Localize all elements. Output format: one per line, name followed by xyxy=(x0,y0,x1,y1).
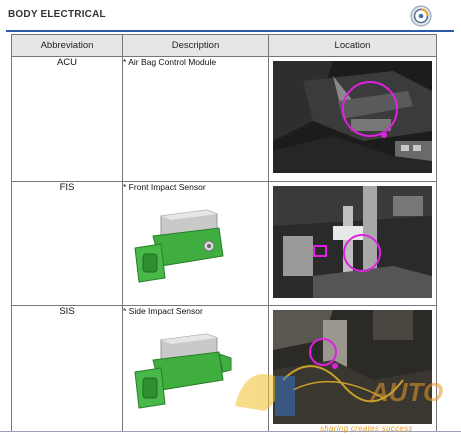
globe-logo-icon xyxy=(410,5,432,27)
description-cell: * Front Impact Sensor xyxy=(122,181,269,306)
location-cell xyxy=(268,56,437,182)
location-cell xyxy=(268,181,437,306)
watermark-logo-icon: AUTO xyxy=(235,374,443,416)
header-rule xyxy=(6,30,454,32)
fis-location-photo xyxy=(273,186,432,298)
description-cell: * Air Bag Control Module xyxy=(122,56,269,182)
table-row: ACU * Air Bag Control Module xyxy=(11,56,437,182)
abbreviation-cell: FIS xyxy=(11,181,123,306)
table-row: FIS * Front Impact Sensor xyxy=(11,181,437,306)
abbreviation-cell: SIS xyxy=(11,305,123,432)
acu-location-photo xyxy=(273,61,432,173)
table-header-row: Abbreviation Description Location xyxy=(11,34,437,57)
column-header-location: Location xyxy=(268,34,437,57)
description-text: * Air Bag Control Module xyxy=(123,57,217,67)
impact-sensor-render xyxy=(134,209,224,283)
watermark-brand: AUTO xyxy=(369,377,443,407)
description-text: * Side Impact Sensor xyxy=(123,306,203,316)
description-text: * Front Impact Sensor xyxy=(123,182,206,192)
column-header-description: Description xyxy=(122,34,269,57)
column-header-abbreviation: Abbreviation xyxy=(11,34,123,57)
watermark-tagline: sharing creates success xyxy=(320,424,413,433)
abbreviation-cell: ACU xyxy=(11,56,123,182)
page-header: BODY ELECTRICAL xyxy=(0,0,461,30)
section-title: BODY ELECTRICAL xyxy=(8,9,106,20)
